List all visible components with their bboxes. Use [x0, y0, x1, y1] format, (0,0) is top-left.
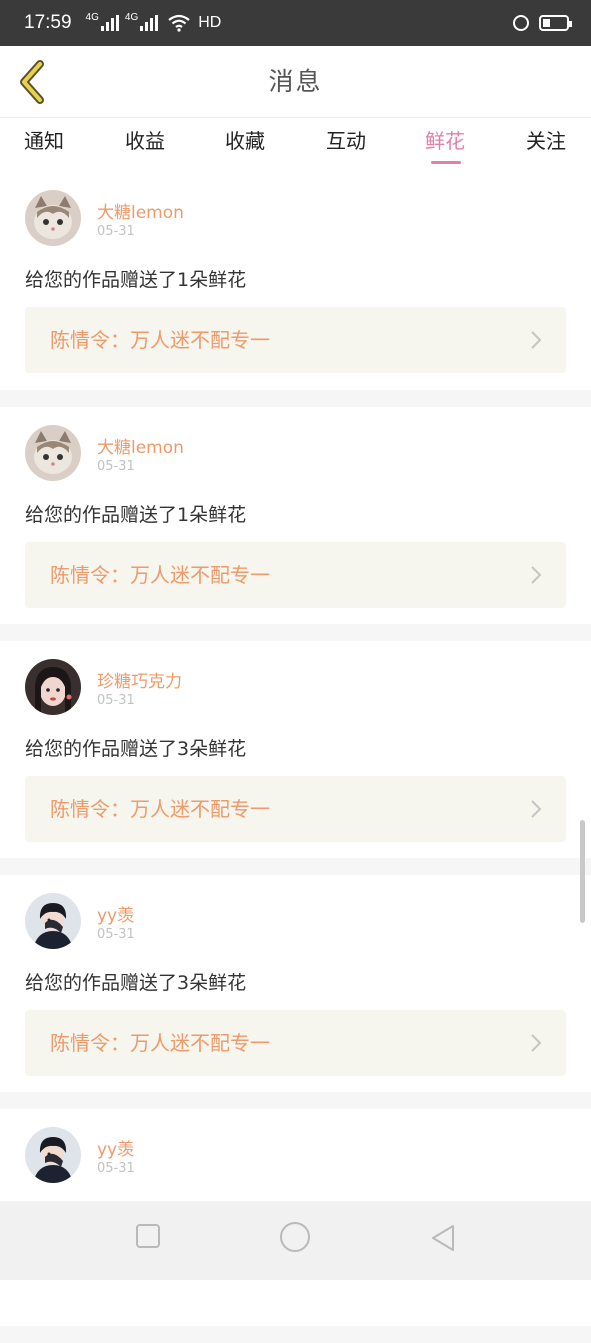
message-date: 05-31	[97, 693, 135, 708]
message-text: 给您的作品赠送了3朵鲜花	[25, 972, 247, 994]
battery-icon	[539, 15, 572, 31]
hd-label: HD	[198, 14, 222, 31]
chevron-right-icon	[531, 331, 542, 349]
home-button[interactable]	[279, 1221, 311, 1257]
username[interactable]: yy羡	[97, 901, 134, 926]
work-link[interactable]: 陈情令：万人迷不配专一	[25, 542, 566, 608]
tab-bar: 通知 收益 收藏 互动 鲜花 关注	[0, 118, 591, 172]
signal-icon	[100, 15, 119, 31]
triangle-back-icon	[432, 1225, 454, 1251]
message-date: 05-31	[97, 224, 135, 239]
tab-flowers[interactable]: 鲜花	[410, 118, 480, 172]
chevron-right-icon	[531, 1034, 542, 1052]
square-icon	[136, 1224, 160, 1248]
tab-interactions[interactable]: 互动	[311, 118, 381, 172]
system-nav-bar	[0, 1201, 591, 1280]
work-title: 陈情令：万人迷不配专一	[50, 797, 270, 821]
network-type-label: 4G	[85, 12, 99, 23]
avatar[interactable]	[25, 893, 81, 949]
flower-message-list: 大糖lemon 05-31 给您的作品赠送了1朵鲜花 陈情令：万人迷不配专一 大…	[0, 172, 591, 1343]
username[interactable]: 珍糖巧克力	[97, 667, 182, 692]
chevron-right-icon	[531, 566, 542, 584]
username[interactable]: yy羡	[97, 1135, 134, 1160]
work-title: 陈情令：万人迷不配专一	[50, 1031, 270, 1055]
status-bar: 17:59 4G 4G HD	[0, 0, 591, 46]
avatar[interactable]	[25, 659, 81, 715]
work-link[interactable]: 陈情令：万人迷不配专一	[25, 1010, 566, 1076]
avatar[interactable]	[25, 425, 81, 481]
chevron-right-icon	[531, 800, 542, 818]
list-item: yy羡 05-31 给您的作品赠送了3朵鲜花 陈情令：万人迷不配专一	[0, 875, 591, 1092]
tab-earnings[interactable]: 收益	[110, 118, 180, 172]
circle-icon	[280, 1222, 310, 1252]
wifi-icon	[168, 14, 190, 32]
scrollbar[interactable]	[580, 820, 585, 923]
message-date: 05-31	[97, 927, 135, 942]
tab-follows[interactable]: 关注	[511, 118, 581, 172]
status-time: 17:59	[24, 12, 72, 33]
message-date: 05-31	[97, 459, 135, 474]
message-date: 05-31	[97, 1161, 135, 1176]
username[interactable]: 大糖lemon	[97, 198, 184, 223]
page-title: 消息	[268, 67, 323, 96]
list-item: 大糖lemon 05-31 给您的作品赠送了1朵鲜花 陈情令：万人迷不配专一	[0, 407, 591, 624]
avatar[interactable]	[25, 1127, 81, 1183]
app-header: 消息	[0, 46, 591, 118]
back-nav-button[interactable]	[429, 1223, 457, 1257]
work-link[interactable]: 陈情令：万人迷不配专一	[25, 307, 566, 373]
avatar[interactable]	[25, 190, 81, 246]
list-item: 珍糖巧克力 05-31 给您的作品赠送了3朵鲜花 陈情令：万人迷不配专一	[0, 641, 591, 858]
list-item: 大糖lemon 05-31 给您的作品赠送了1朵鲜花 陈情令：万人迷不配专一	[0, 172, 591, 390]
work-title: 陈情令：万人迷不配专一	[50, 563, 270, 587]
signal-icon-2	[140, 15, 159, 31]
recents-button[interactable]	[135, 1223, 161, 1253]
message-text: 给您的作品赠送了3朵鲜花	[25, 738, 247, 760]
message-text: 给您的作品赠送了1朵鲜花	[25, 504, 247, 526]
username[interactable]: 大糖lemon	[97, 433, 184, 458]
tab-favorites[interactable]: 收藏	[210, 118, 280, 172]
work-link[interactable]: 陈情令：万人迷不配专一	[25, 776, 566, 842]
alarm-icon	[513, 15, 529, 31]
message-text: 给您的作品赠送了1朵鲜花	[25, 269, 247, 291]
network-type-label-2: 4G	[124, 12, 139, 23]
work-title: 陈情令：万人迷不配专一	[50, 328, 270, 352]
tab-notifications[interactable]: 通知	[9, 118, 79, 172]
